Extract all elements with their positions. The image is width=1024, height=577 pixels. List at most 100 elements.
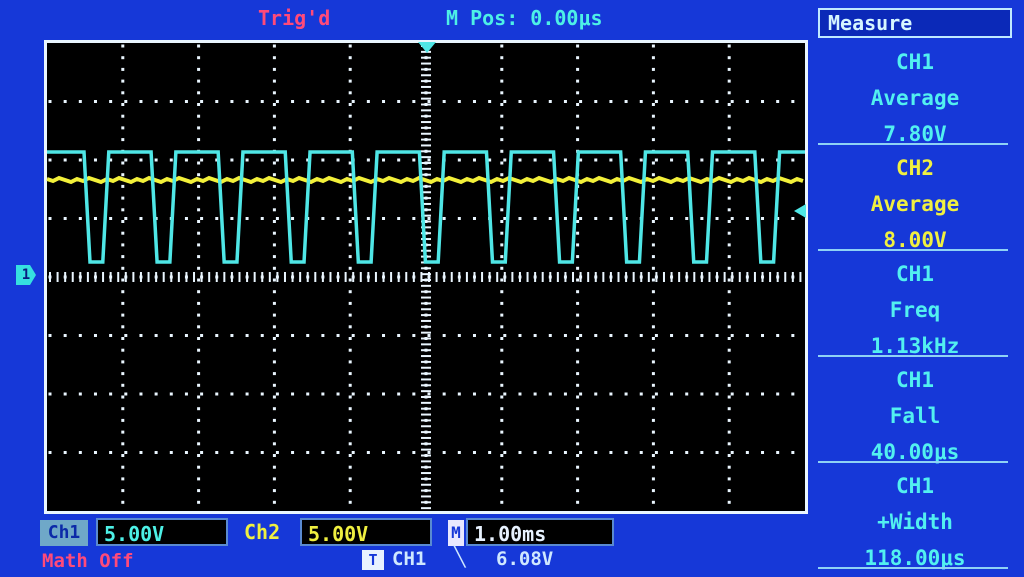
measure-item[interactable]: CH1 Freq 1.13kHz (818, 256, 1012, 364)
measure-item[interactable]: CH1 Average 7.80V (818, 44, 1012, 152)
grid-dot (579, 334, 583, 337)
grid-dot (518, 451, 522, 454)
grid-dot (139, 392, 143, 396)
grid-dot (651, 208, 655, 212)
grid-dot (348, 383, 352, 387)
grid-dot (272, 465, 276, 469)
center-tick (147, 272, 150, 282)
grid-dot (382, 451, 386, 454)
grid-dot (442, 451, 446, 454)
center-tick (549, 272, 552, 282)
measure-divider (818, 143, 1008, 145)
grid-dot (109, 100, 113, 103)
grid-dot (488, 451, 492, 454)
grid-dot (500, 184, 504, 188)
grid-dot (121, 360, 125, 364)
center-tick (177, 272, 180, 282)
grid-dot (93, 392, 97, 396)
grid-dot (348, 173, 352, 177)
grid-dot (351, 100, 355, 103)
grid-dot (397, 392, 401, 396)
center-tick (632, 272, 635, 282)
grid-dot (651, 418, 655, 422)
grid-dot (651, 313, 655, 317)
ch1-label: Ch1 (40, 520, 88, 546)
grid-dot (500, 454, 504, 457)
grid-dot (563, 158, 567, 162)
center-tick (276, 272, 279, 282)
center-tick (421, 121, 431, 124)
grid-dot (548, 158, 552, 162)
grid-dot (63, 158, 67, 162)
grid-dot (500, 395, 504, 399)
grid-dot (397, 334, 401, 337)
grid-dot (727, 301, 731, 305)
grid-dot (48, 451, 52, 454)
grid-dot (776, 451, 780, 454)
center-tick (421, 349, 431, 352)
center-tick (685, 272, 688, 282)
grid-dot (500, 56, 504, 60)
center-tick (421, 138, 431, 141)
measure-value: 8.00V (883, 228, 947, 252)
grid-dot (500, 79, 504, 83)
grid-dot (500, 255, 504, 259)
measure-menu-title[interactable]: Measure (818, 8, 1012, 38)
grid-dot (348, 395, 352, 399)
grid-dot (197, 79, 201, 83)
grid-dot (245, 217, 249, 220)
measure-item[interactable]: CH1 +Width 118.00μs (818, 468, 1012, 576)
measure-divider (818, 461, 1008, 463)
grid-dot (442, 334, 446, 337)
grid-dot (576, 278, 580, 282)
grid-dot (397, 100, 401, 103)
grid-dot (500, 103, 504, 106)
center-tick (421, 97, 431, 100)
grid-dot (518, 392, 522, 396)
grid-dot (260, 334, 264, 337)
center-tick (329, 272, 332, 282)
center-tick (647, 272, 650, 282)
grid-dot (197, 301, 201, 305)
grid-dot (488, 100, 492, 103)
grid-dot (272, 67, 276, 71)
grid-dot (139, 217, 143, 220)
grid-dot (727, 91, 731, 95)
grid-dot (579, 217, 583, 220)
grid-dot (215, 100, 219, 103)
grid-dot (48, 158, 52, 162)
center-tick (261, 272, 264, 282)
center-tick (314, 272, 317, 282)
grid-dot (651, 220, 655, 223)
trigger-level: 6.08V (496, 548, 554, 570)
grid-dot (500, 266, 504, 270)
center-tick (283, 272, 286, 282)
center-tick (602, 272, 605, 282)
grid-dot (670, 451, 674, 454)
grid-dot (169, 100, 173, 103)
center-tick (534, 272, 537, 282)
grid-dot (727, 337, 731, 340)
grid-dot (348, 278, 352, 282)
center-tick (421, 355, 431, 358)
grid-dot (272, 79, 276, 83)
grid-dot (109, 392, 113, 396)
grid-dot (272, 266, 276, 270)
grid-dot (594, 158, 598, 162)
grid-dot (548, 100, 552, 103)
grid-dot (272, 161, 276, 165)
grid-dot (348, 500, 352, 504)
measure-item[interactable]: CH1 Fall 40.00μs (818, 362, 1012, 470)
grid-dot (272, 278, 276, 282)
center-tick (723, 272, 726, 282)
grid-dot (245, 334, 249, 337)
center-tick (421, 495, 431, 498)
grid-dot (791, 217, 795, 220)
grid-dot (594, 217, 598, 220)
center-tick (64, 272, 67, 282)
grid-dot (275, 334, 279, 337)
center-tick (738, 272, 741, 282)
grid-dot (576, 67, 580, 71)
measure-item[interactable]: CH2 Average 8.00V (818, 150, 1012, 258)
center-tick (56, 272, 59, 282)
